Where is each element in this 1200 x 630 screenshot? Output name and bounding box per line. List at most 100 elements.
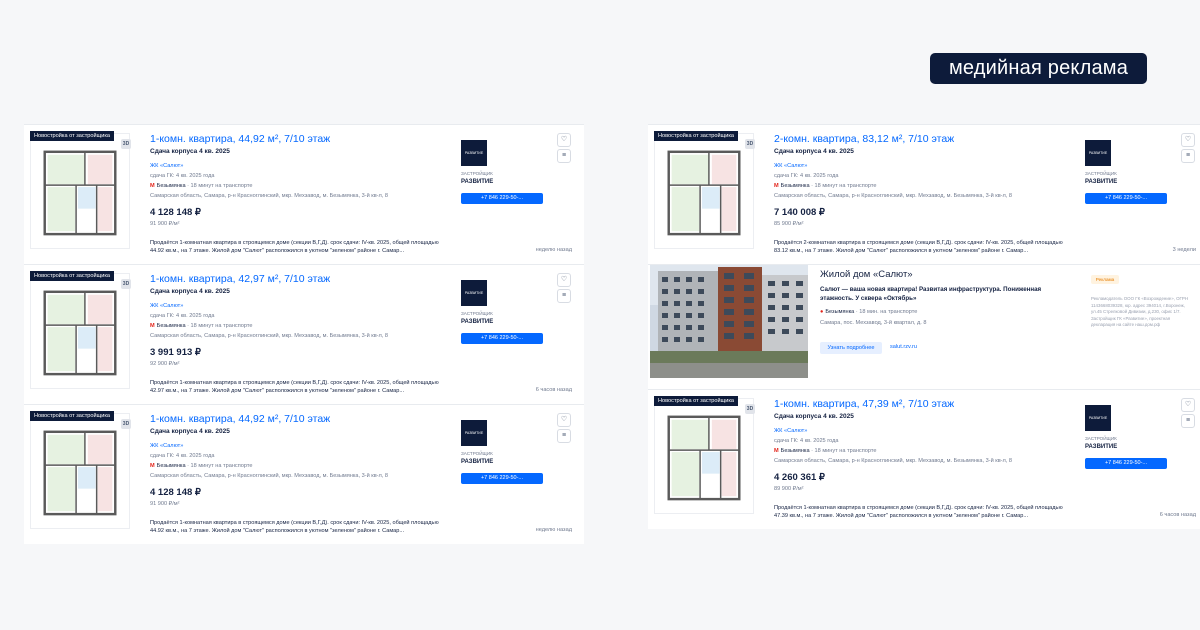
show-phone-button[interactable]: +7 846 229-50-... bbox=[461, 333, 543, 344]
listing-title[interactable]: 1-комн. квартира, 42,97 м², 7/10 этаж bbox=[150, 273, 330, 285]
ad-card[interactable]: Жилой дом «Салют» Салют — ваша новая ква… bbox=[648, 264, 1200, 389]
metro-station: Безымянка bbox=[825, 309, 855, 315]
developer-role: ЗАСТРОЙЩИК bbox=[461, 311, 493, 316]
metro-info: М Безымянка · 18 минут на транспорте bbox=[774, 448, 876, 454]
floor-plan-image[interactable] bbox=[30, 413, 130, 529]
delivery-date: Сдача корпуса 4 кв. 2025 bbox=[150, 148, 230, 155]
developer-name[interactable]: РАЗВИТИЕ bbox=[461, 319, 493, 325]
developer-logo[interactable]: РАЗВИТИЕ bbox=[461, 140, 487, 166]
floor-plan-image[interactable] bbox=[654, 133, 754, 249]
floor-plan-image[interactable] bbox=[30, 133, 130, 249]
new-building-tag: Новостройка от застройщика bbox=[30, 271, 115, 281]
gk-delivery: сдача ГК: 4 кв. 2025 года bbox=[774, 173, 839, 179]
price-per-meter: 91 900 ₽/м² bbox=[150, 501, 180, 507]
new-building-tag: Новостройка от застройщика bbox=[30, 411, 115, 421]
metro-icon: М bbox=[150, 463, 155, 469]
listing-description: Продаётся 2-комнатная квартира в строяще… bbox=[774, 240, 1063, 254]
ad-address: Самара, пос. Мехзавод, 3-й квартал, д. 8 bbox=[820, 320, 927, 326]
price-per-meter: 91 900 ₽/м² bbox=[150, 221, 180, 227]
complex-link[interactable]: ЖК «Салют» bbox=[774, 163, 807, 169]
complex-link[interactable]: ЖК «Салют» bbox=[774, 428, 807, 434]
building-photo[interactable] bbox=[650, 265, 808, 378]
new-building-tag: Новостройка от застройщика bbox=[30, 131, 115, 141]
listing-description: Продаётся 1-комнатная квартира в строяще… bbox=[150, 380, 439, 394]
3d-badge[interactable]: 3D bbox=[121, 279, 131, 289]
price: 7 140 008 ₽ bbox=[774, 207, 825, 218]
ad-metro: ● Безымянка · 18 мин. на транспорте bbox=[820, 309, 917, 315]
learn-more-button[interactable]: Узнать подробнее bbox=[820, 342, 882, 354]
listing-title[interactable]: 1-комн. квартира, 47,39 м², 7/10 этаж bbox=[774, 398, 954, 410]
developer-logo[interactable]: РАЗВИТИЕ bbox=[461, 420, 487, 446]
complex-link[interactable]: ЖК «Салют» bbox=[150, 163, 183, 169]
floor-plan-image[interactable] bbox=[30, 273, 130, 389]
address: Самарская область, Самара, р-н Красногли… bbox=[150, 473, 389, 479]
3d-badge[interactable]: 3D bbox=[745, 139, 755, 149]
gk-delivery: сдача ГК: 4 кв. 2025 года bbox=[774, 438, 839, 444]
listing-title[interactable]: 1-комн. квартира, 44,92 м², 7/10 этаж bbox=[150, 133, 330, 145]
delivery-date: Сдача корпуса 4 кв. 2025 bbox=[774, 148, 854, 155]
favorite-heart-icon[interactable]: ♡ bbox=[1181, 398, 1195, 412]
developer-logo[interactable]: РАЗВИТИЕ bbox=[1085, 405, 1111, 431]
3d-badge[interactable]: 3D bbox=[121, 139, 131, 149]
listing-column-right: Новостройка от застройщика 3D 2-комн. кв… bbox=[648, 124, 1200, 529]
metro-station: Безымянка bbox=[156, 183, 186, 189]
ad-label: Реклама bbox=[1091, 275, 1119, 284]
compare-list-icon[interactable]: ≡ bbox=[557, 429, 571, 443]
floor-plan-image[interactable] bbox=[654, 398, 754, 514]
price: 4 260 361 ₽ bbox=[774, 472, 825, 483]
ad-site-link[interactable]: salut.rzv.ru bbox=[890, 344, 917, 350]
listing-card[interactable]: Новостройка от застройщика 3D 2-комн. кв… bbox=[648, 124, 1200, 264]
developer-name[interactable]: РАЗВИТИЕ bbox=[461, 179, 493, 185]
new-building-tag: Новостройка от застройщика bbox=[654, 396, 739, 406]
metro-time: · 18 минут на транспорте bbox=[811, 448, 877, 454]
3d-badge[interactable]: 3D bbox=[745, 404, 755, 414]
metro-info: М Безымянка · 18 минут на транспорте bbox=[150, 183, 252, 189]
complex-link[interactable]: ЖК «Салют» bbox=[150, 303, 183, 309]
listing-card[interactable]: Новостройка от застройщика 3D 1-комн. кв… bbox=[24, 264, 584, 404]
developer-logo[interactable]: РАЗВИТИЕ bbox=[1085, 140, 1111, 166]
developer-name[interactable]: РАЗВИТИЕ bbox=[1085, 179, 1117, 185]
media-ad-badge: медийная реклама bbox=[930, 53, 1147, 84]
developer-role: ЗАСТРОЙЩИК bbox=[461, 451, 493, 456]
developer-name[interactable]: РАЗВИТИЕ bbox=[1085, 444, 1117, 450]
developer-name[interactable]: РАЗВИТИЕ bbox=[461, 459, 493, 465]
gk-delivery: сдача ГК: 4 кв. 2025 года bbox=[150, 453, 215, 459]
favorite-heart-icon[interactable]: ♡ bbox=[557, 413, 571, 427]
metro-icon: ● bbox=[820, 309, 824, 315]
listing-card[interactable]: Новостройка от застройщика 3D 1-комн. кв… bbox=[648, 389, 1200, 529]
show-phone-button[interactable]: +7 846 229-50-... bbox=[461, 193, 543, 204]
address: Самарская область, Самара, р-н Красногли… bbox=[150, 193, 389, 199]
compare-list-icon[interactable]: ≡ bbox=[557, 289, 571, 303]
ad-title[interactable]: Жилой дом «Салют» bbox=[820, 269, 913, 280]
favorite-heart-icon[interactable]: ♡ bbox=[557, 133, 571, 147]
gk-delivery: сдача ГК: 4 кв. 2025 года bbox=[150, 173, 215, 179]
metro-icon: М bbox=[774, 183, 779, 189]
developer-role: ЗАСТРОЙЩИК bbox=[1085, 436, 1117, 441]
address: Самарская область, Самара, р-н Красногли… bbox=[774, 193, 1013, 199]
3d-badge[interactable]: 3D bbox=[121, 419, 131, 429]
developer-role: ЗАСТРОЙЩИК bbox=[461, 171, 493, 176]
show-phone-button[interactable]: +7 846 229-50-... bbox=[461, 473, 543, 484]
price: 4 128 148 ₽ bbox=[150, 207, 201, 218]
complex-link[interactable]: ЖК «Салют» bbox=[150, 443, 183, 449]
developer-role: ЗАСТРОЙЩИК bbox=[1085, 171, 1117, 176]
posted-time: 6 часов назад bbox=[1159, 512, 1196, 518]
favorite-heart-icon[interactable]: ♡ bbox=[1181, 133, 1195, 147]
listing-title[interactable]: 1-комн. квартира, 44,92 м², 7/10 этаж bbox=[150, 413, 330, 425]
compare-list-icon[interactable]: ≡ bbox=[1181, 414, 1195, 428]
compare-list-icon[interactable]: ≡ bbox=[557, 149, 571, 163]
metro-time: · 18 минут на транспорте bbox=[811, 183, 877, 189]
show-phone-button[interactable]: +7 846 229-50-... bbox=[1085, 193, 1167, 204]
listing-card[interactable]: Новостройка от застройщика 3D 1-комн. кв… bbox=[24, 404, 584, 544]
posted-time: 6 часов назад bbox=[535, 387, 572, 393]
delivery-date: Сдача корпуса 4 кв. 2025 bbox=[774, 413, 854, 420]
listing-card[interactable]: Новостройка от застройщика 3D 1-комн. кв… bbox=[24, 124, 584, 264]
address: Самарская область, Самара, р-н Красногли… bbox=[774, 458, 1013, 464]
listing-description: Продаётся 1-комнатная квартира в строяще… bbox=[774, 505, 1063, 519]
compare-list-icon[interactable]: ≡ bbox=[1181, 149, 1195, 163]
address: Самарская область, Самара, р-н Красногли… bbox=[150, 333, 389, 339]
listing-title[interactable]: 2-комн. квартира, 83,12 м², 7/10 этаж bbox=[774, 133, 954, 145]
favorite-heart-icon[interactable]: ♡ bbox=[557, 273, 571, 287]
show-phone-button[interactable]: +7 846 229-50-... bbox=[1085, 458, 1167, 469]
developer-logo[interactable]: РАЗВИТИЕ bbox=[461, 280, 487, 306]
